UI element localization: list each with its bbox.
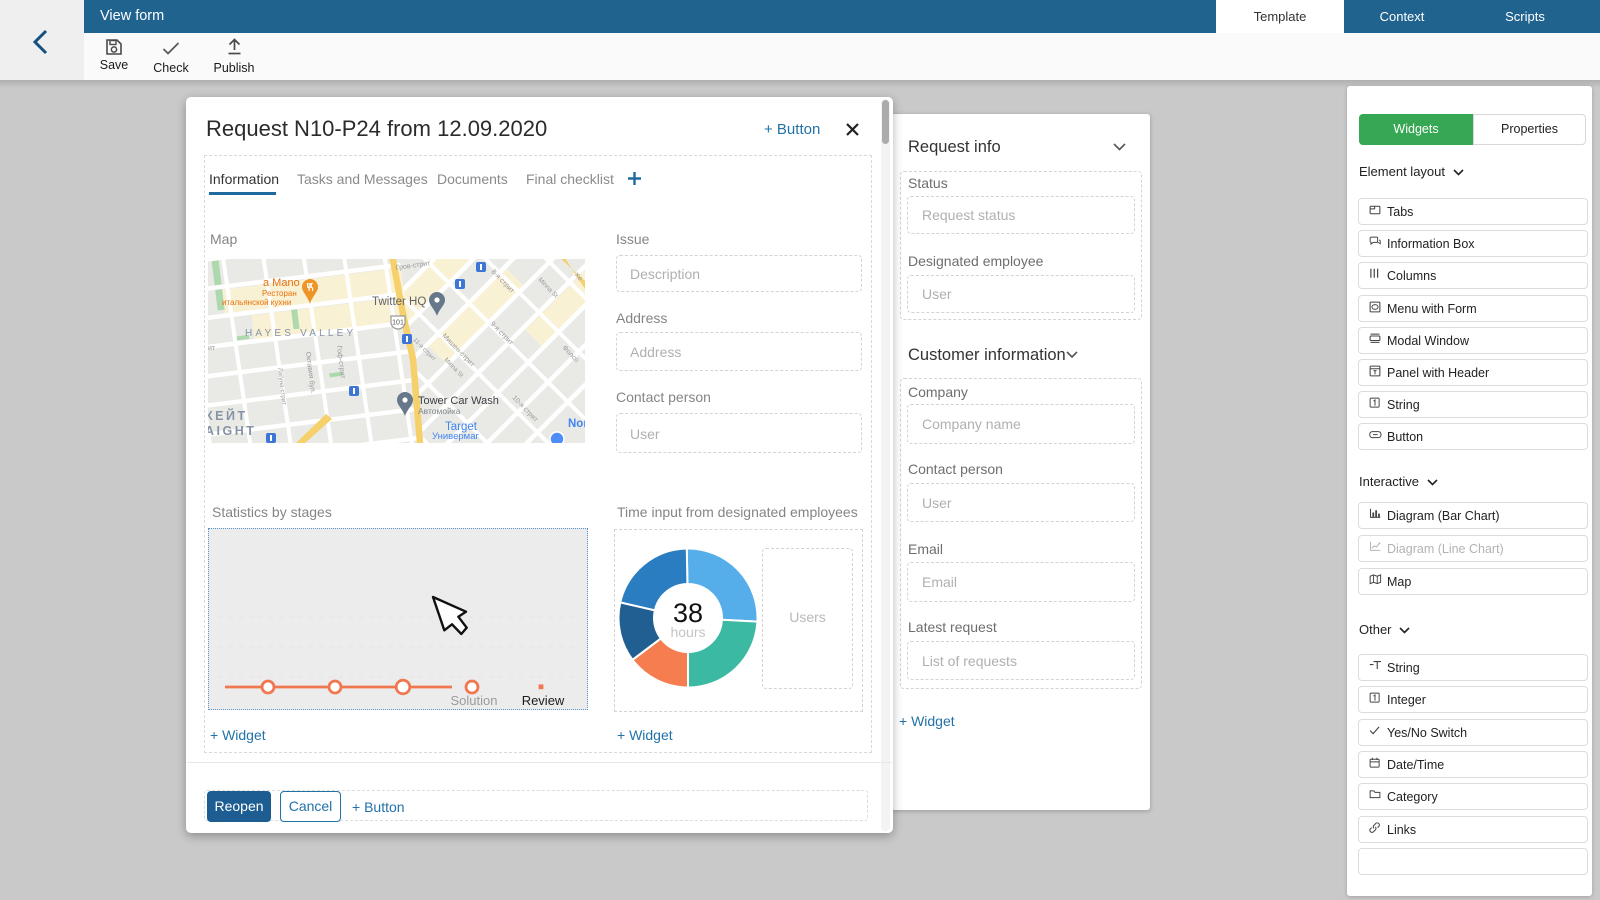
svg-text:Ресторан: Ресторан xyxy=(262,289,297,298)
svg-text:Универмаг: Универмаг xyxy=(432,431,479,442)
svg-text:итальянской кухни: итальянской кухни xyxy=(222,298,291,307)
svg-text:Автомойка: Автомойка xyxy=(418,406,461,416)
svg-text:КЕЙТ: КЕЙТ xyxy=(208,408,248,423)
svg-text:Review: Review xyxy=(522,693,565,708)
svg-text:ит: ит xyxy=(208,345,216,352)
svg-text:Solution: Solution xyxy=(451,693,498,708)
svg-text:a Mano: a Mano xyxy=(263,277,300,289)
svg-text:Twitter HQ: Twitter HQ xyxy=(372,296,426,308)
svg-text:Nor: Nor xyxy=(568,418,585,430)
svg-text:HAYES VALLEY: HAYES VALLEY xyxy=(245,328,356,339)
svg-text:101: 101 xyxy=(392,320,404,327)
svg-text:AIGHT: AIGHT xyxy=(208,424,256,438)
